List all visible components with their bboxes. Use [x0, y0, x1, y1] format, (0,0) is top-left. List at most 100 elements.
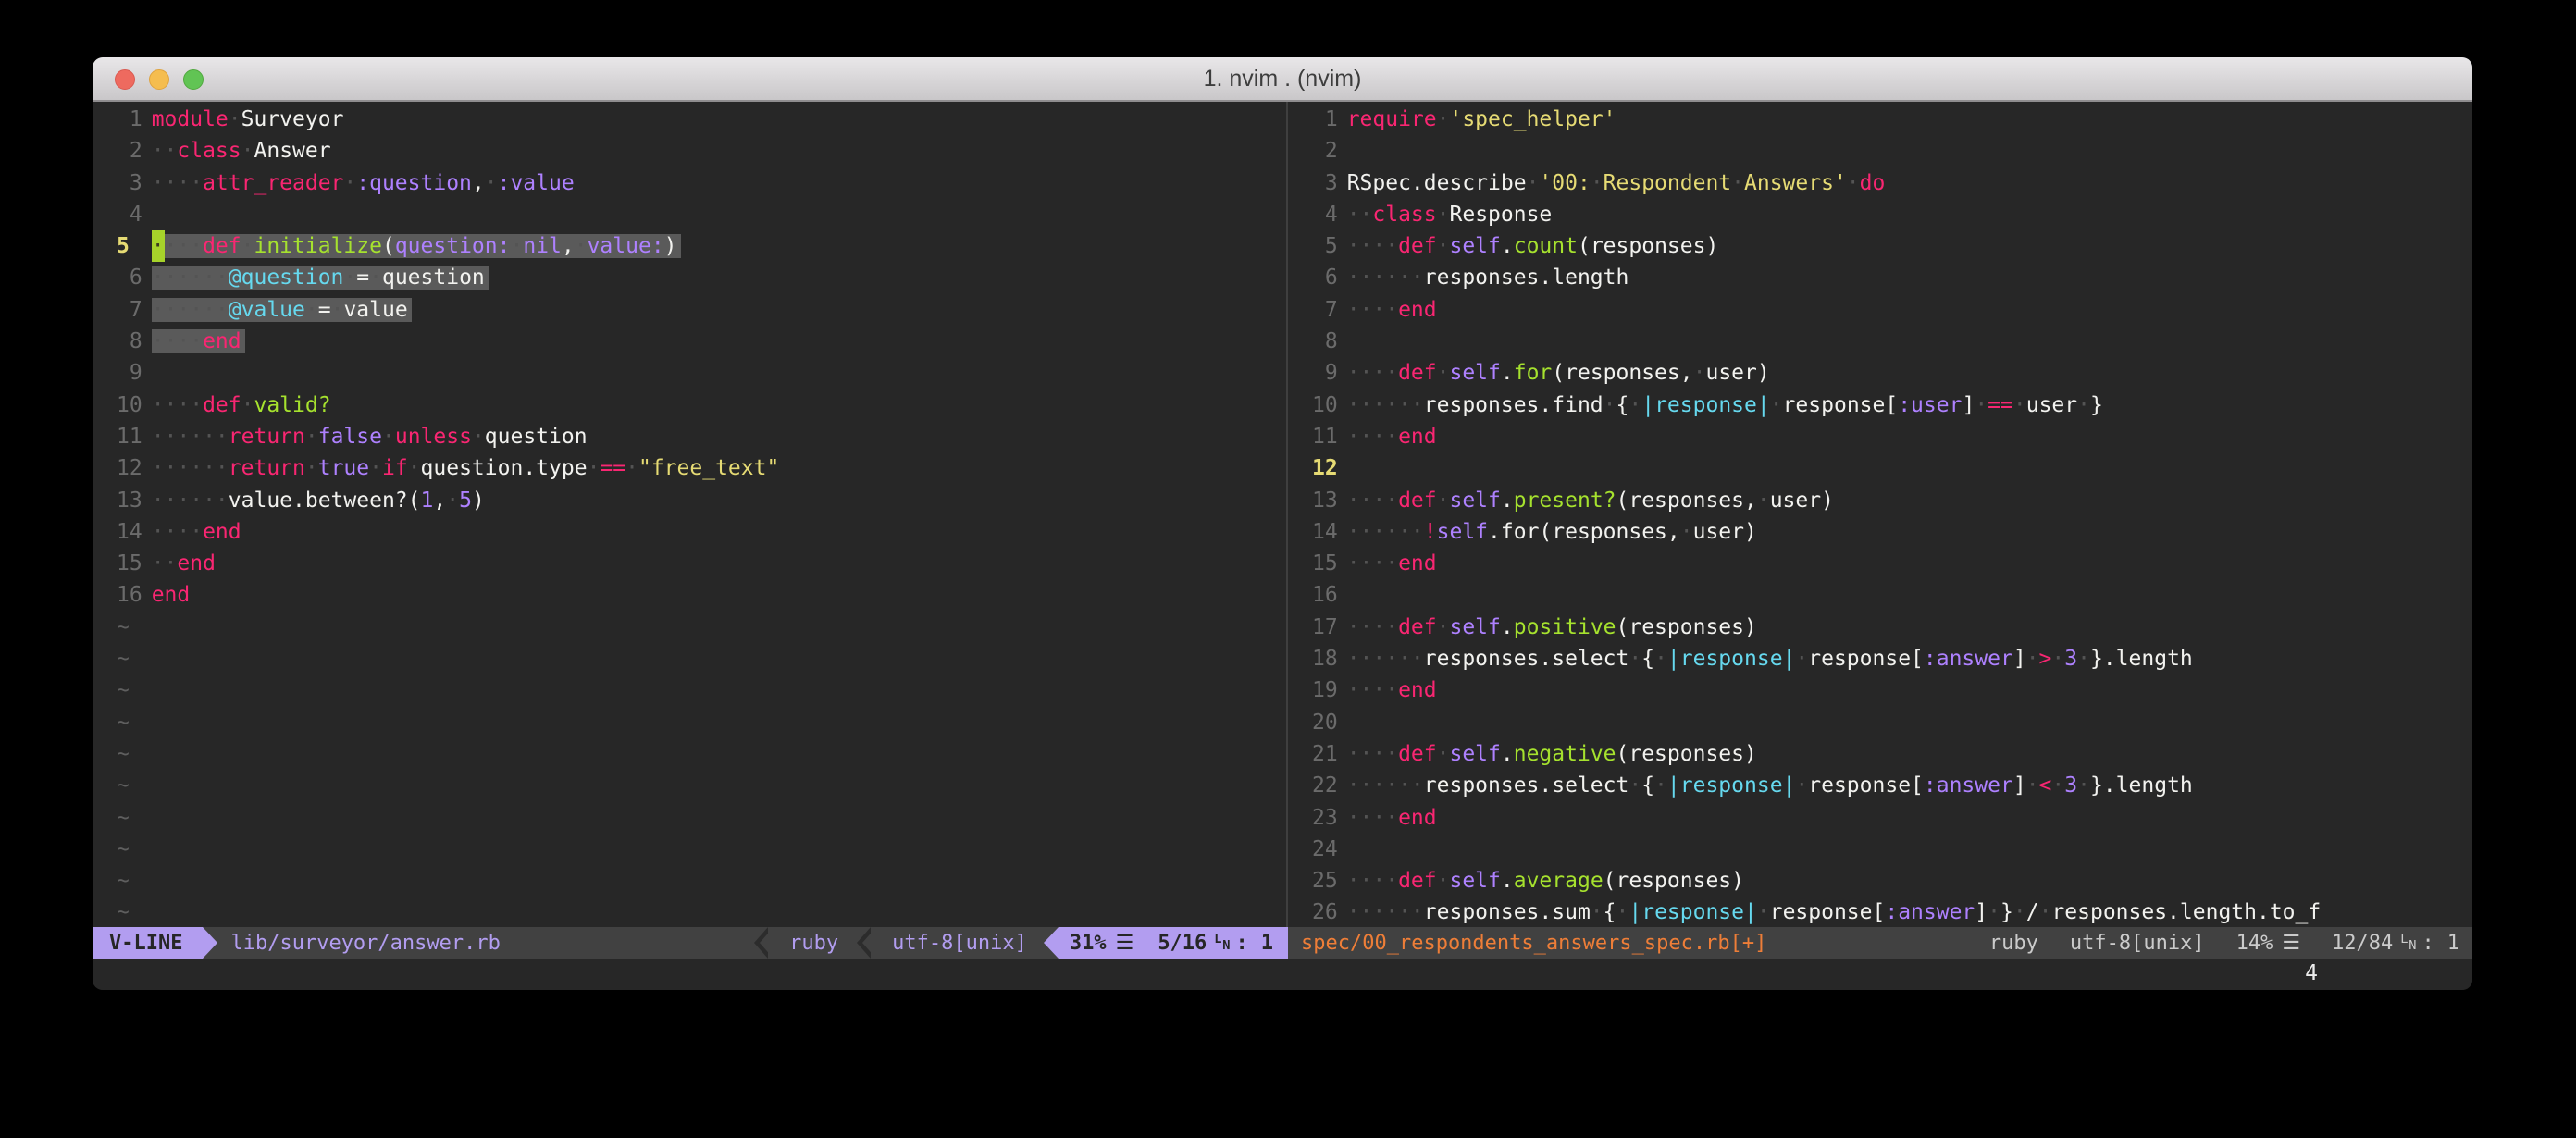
code-token: ·	[242, 139, 254, 163]
code-token: ·	[575, 234, 588, 258]
code-text: ······responses.length	[1347, 266, 1629, 290]
code-text: ······responses.find·{·|response|·respon…	[1347, 393, 2103, 417]
code-token: response[	[1783, 393, 1899, 417]
code-token: ·	[408, 456, 421, 480]
code-token: ····	[1347, 806, 1398, 830]
code-text: ····end	[1347, 678, 1437, 702]
code-token: average	[1514, 869, 1604, 893]
code-line: 4··class·Response	[1288, 199, 2472, 230]
code-token: ··	[1347, 203, 1373, 227]
ruler-section: 12/84 LN : 1	[2332, 927, 2459, 959]
statusline-inactive: spec/00_respondents_answers_spec.rb[+] r…	[1288, 927, 2472, 959]
ruler-section: 31% ☰ 5/16 LN : 1	[1059, 927, 1288, 959]
code-token: ·	[305, 425, 318, 449]
line-number-icon: LN	[1214, 933, 1230, 953]
code-token: Surveyor	[242, 107, 344, 131]
code-text: ······@question·=·question	[152, 266, 489, 290]
code-token: for	[1514, 361, 1553, 385]
editor-area: 1module·Surveyor2··class·Answer3····attr…	[93, 102, 2472, 927]
buffer-lines-icon: ☰	[1116, 932, 1134, 955]
code-text: ····end	[1347, 806, 1437, 830]
code-line: 10 ····def·valid?	[93, 390, 1286, 421]
statusline-spacer	[514, 927, 752, 959]
code-token: attr_reader	[203, 171, 343, 195]
code-token: ·	[1731, 171, 1744, 195]
code-token: response[	[1808, 647, 1924, 671]
titlebar[interactable]: 1. nvim . (nvim)	[93, 57, 2472, 102]
code-token: .	[1501, 234, 1514, 258]
filetype-label: ruby	[773, 927, 855, 959]
code-token: ·	[1988, 900, 2000, 924]
line-number: 6	[1312, 262, 1338, 293]
code-token: ·	[331, 298, 344, 322]
code-token: 3	[2064, 773, 2077, 798]
code-text: ····def·self.for(responses,·user)	[1347, 361, 1770, 385]
code-token: :answer	[1924, 647, 2013, 671]
code-token: .	[1501, 361, 1514, 385]
right-pane-buffer[interactable]: 1require·'spec_helper'23RSpec.describe·'…	[1288, 102, 2472, 927]
command-line[interactable]: 4	[93, 959, 2472, 990]
code-token: ·	[229, 107, 242, 131]
code-token: require	[1347, 107, 1437, 131]
code-token: ····	[152, 393, 203, 417]
code-token: ·	[2013, 900, 2026, 924]
window-title: 1. nvim . (nvim)	[93, 57, 2472, 100]
code-line: 16	[1288, 579, 2472, 611]
scroll-percent: 31%	[1070, 932, 1107, 955]
line-number: 13	[117, 485, 142, 516]
code-token: question	[485, 425, 588, 449]
line-number: 10	[117, 390, 142, 421]
code-token: {	[1604, 900, 1616, 924]
code-token: Answers'	[1744, 171, 1847, 195]
close-button[interactable]	[115, 69, 135, 90]
code-token: end	[1398, 806, 1437, 830]
code-token: module	[152, 107, 229, 131]
code-token: negative	[1514, 742, 1616, 766]
code-token: .	[1501, 489, 1514, 513]
code-token: /	[2026, 900, 2039, 924]
code-token: end	[1398, 425, 1437, 449]
code-text: ····def·valid?	[152, 393, 331, 417]
code-token: }.length	[2090, 773, 2193, 798]
code-token: do	[1860, 171, 1886, 195]
code-token: end	[203, 520, 242, 544]
zoom-button[interactable]	[183, 69, 204, 90]
code-token: Response	[1450, 203, 1553, 227]
code-token: initialize	[254, 234, 381, 258]
code-token: if	[382, 456, 408, 480]
code-token: ·	[1770, 393, 1783, 417]
code-token: ·	[2051, 773, 2064, 798]
line-number: 12	[1312, 452, 1338, 484]
column-number: 1	[1261, 932, 1273, 955]
code-token: end	[177, 551, 216, 575]
code-text: ····end	[1347, 551, 1437, 575]
code-token: ·	[1757, 489, 1770, 513]
code-token: ==	[1988, 393, 2013, 417]
code-token: ]	[1962, 393, 1975, 417]
code-text: ····def·self.present?(responses,·user)	[1347, 489, 1834, 513]
code-token: true	[318, 456, 369, 480]
code-token: <	[2039, 773, 2052, 798]
code-token: ]	[2013, 647, 2026, 671]
code-token: 1	[421, 489, 434, 513]
code-text: ····end	[152, 520, 242, 544]
minimize-button[interactable]	[149, 69, 169, 90]
code-token: ·	[1629, 393, 1641, 417]
code-token: |response|	[1641, 393, 1769, 417]
code-line: 11······return·false·unless·question	[93, 421, 1286, 452]
code-token: value	[343, 298, 407, 322]
code-text: ······value.between?(1,·5)	[152, 489, 485, 513]
code-token: user)	[1705, 361, 1769, 385]
left-pane-buffer[interactable]: 1module·Surveyor2··class·Answer3····attr…	[93, 102, 1286, 927]
code-token: responses.length	[1424, 266, 1629, 290]
code-text: require·'spec_helper'	[1347, 107, 1616, 131]
code-token: unless	[395, 425, 472, 449]
code-token: {	[1641, 647, 1654, 671]
code-text: ····def·self.positive(responses)	[1347, 615, 1757, 639]
code-token: ·	[1591, 900, 1604, 924]
code-line: 13····def·self.present?(responses,·user)	[1288, 485, 2472, 516]
code-token: ·	[2039, 900, 2052, 924]
line-position: 12/84	[2332, 932, 2393, 955]
code-token: ,	[562, 234, 575, 258]
code-token: :question	[356, 171, 472, 195]
